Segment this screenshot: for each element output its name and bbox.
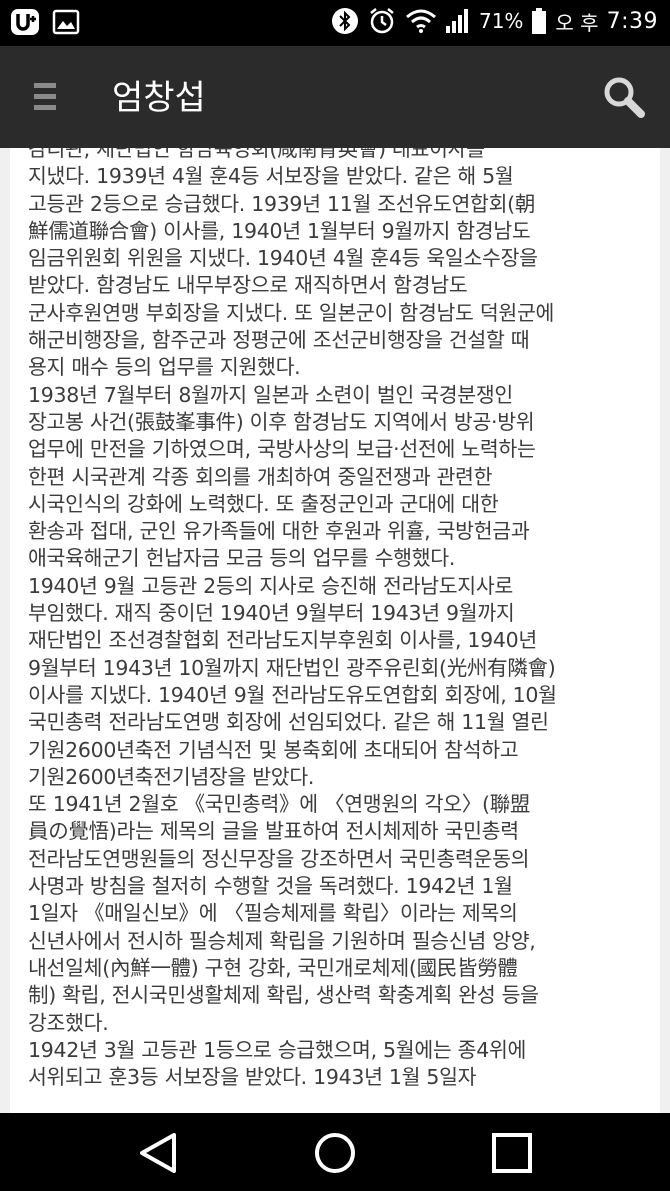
article-body: 감리관, 재단법인 함남육영회(咸南育英會) 대표이사를 지냈다. 1939년 … (28, 148, 653, 1091)
bluetooth-icon (331, 7, 359, 35)
navigation-bar (0, 1113, 670, 1191)
home-circle-icon[interactable] (313, 1131, 357, 1175)
u-plus-icon (10, 8, 40, 36)
page-title: 엄창섭 (112, 78, 206, 118)
recent-apps-square-icon[interactable] (490, 1131, 534, 1175)
battery-percent: 71% (478, 9, 524, 33)
wifi-icon (405, 8, 437, 34)
signal-icon (445, 8, 471, 34)
battery-icon (531, 7, 547, 35)
content-scroll-area[interactable]: 감리관, 재단법인 함남육영회(咸南育英會) 대표이사를 지냈다. 1939년 … (0, 148, 670, 1113)
article-paragraph-4: 또 1941년 2월호 《국민총력》에 〈연맹원의 각오〉(聯盟 員の覺悟)라는… (28, 792, 539, 1035)
article-paragraph-2: 1938년 7월부터 8월까지 일본과 소련이 벌인 국경분쟁인 장고봉 사건(… (28, 382, 536, 571)
app-bar: 엄창섭 (0, 46, 670, 148)
article-paragraph-1: 감리관, 재단법인 함남육영회(咸南育英會) 대표이사를 지냈다. 1939년 … (28, 148, 555, 380)
alarm-icon (367, 6, 397, 36)
gallery-icon (52, 9, 80, 35)
article-paragraph-5: 1942년 3월 고등관 1등으로 승급했으며, 5월에는 종4위에 서위되고 … (28, 1037, 527, 1090)
article-card: 감리관, 재단법인 함남육영회(咸南育英會) 대표이사를 지냈다. 1939년 … (10, 148, 660, 1113)
status-bar: 71% 오 후 7:39 (0, 0, 670, 46)
ampm-label: 오 후 (555, 10, 599, 35)
search-icon[interactable] (600, 74, 650, 124)
hamburger-menu-icon[interactable] (34, 83, 56, 113)
back-triangle-icon[interactable] (136, 1131, 180, 1175)
clock: 7:39 (606, 8, 658, 34)
article-paragraph-3: 1940년 9월 고등관 2등의 지사로 승진해 전라남도지사로 부임했다. 재… (28, 573, 557, 789)
